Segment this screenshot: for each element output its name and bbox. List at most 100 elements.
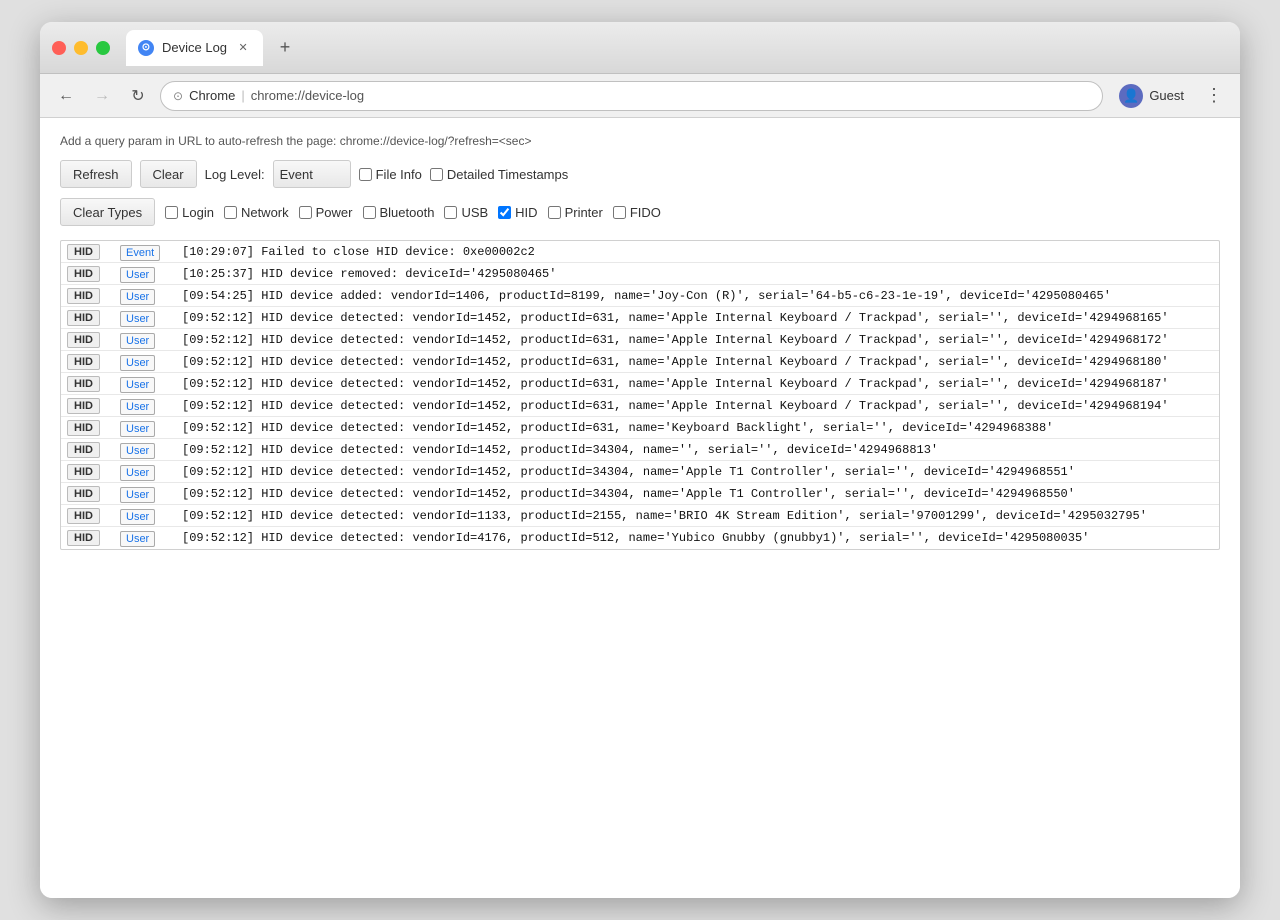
- log-tag: HID: [67, 530, 100, 546]
- login-filter-checkbox[interactable]: [165, 206, 178, 219]
- reload-button[interactable]: ↻: [124, 82, 152, 110]
- profile-button[interactable]: 👤 Guest: [1111, 80, 1192, 112]
- forward-button[interactable]: →: [88, 82, 116, 110]
- fido-filter-checkbox[interactable]: [613, 206, 626, 219]
- log-tag: HID: [67, 288, 100, 304]
- source-link[interactable]: User: [120, 333, 155, 349]
- source-cell: User: [116, 529, 176, 547]
- tag-cell: HID: [61, 352, 116, 372]
- log-message: [10:25:37] HID device removed: deviceId=…: [176, 265, 1219, 283]
- source-link[interactable]: User: [120, 377, 155, 393]
- login-filter-label-text: Login: [182, 205, 214, 220]
- hid-filter-checkbox[interactable]: [498, 206, 511, 219]
- address-divider: |: [241, 88, 244, 103]
- table-row: HIDUser[09:52:12] HID device detected: v…: [61, 329, 1219, 351]
- tag-cell: HID: [61, 308, 116, 328]
- printer-filter-checkbox[interactable]: [548, 206, 561, 219]
- hid-filter-label[interactable]: HID: [498, 205, 537, 220]
- power-filter-label-text: Power: [316, 205, 353, 220]
- close-button[interactable]: [52, 41, 66, 55]
- tab-title: Device Log: [162, 40, 227, 55]
- file-info-checkbox[interactable]: [359, 168, 372, 181]
- source-cell: User: [116, 309, 176, 327]
- source-link[interactable]: User: [120, 421, 155, 437]
- source-link[interactable]: User: [120, 355, 155, 371]
- nav-bar: ← → ↻ ⊙ Chrome | chrome://device-log 👤 G…: [40, 74, 1240, 118]
- table-row: HIDEvent[10:29:07] Failed to close HID d…: [61, 241, 1219, 263]
- source-link[interactable]: User: [120, 399, 155, 415]
- detailed-timestamps-checkbox-label[interactable]: Detailed Timestamps: [430, 167, 568, 182]
- table-row: HIDUser[09:52:12] HID device detected: v…: [61, 505, 1219, 527]
- refresh-button[interactable]: Refresh: [60, 160, 132, 188]
- back-button[interactable]: ←: [52, 82, 80, 110]
- source-cell: User: [116, 507, 176, 525]
- source-link[interactable]: User: [120, 465, 155, 481]
- login-filter-label[interactable]: Login: [165, 205, 214, 220]
- traffic-lights: [52, 41, 110, 55]
- source-cell: User: [116, 441, 176, 459]
- address-url: chrome://device-log: [251, 88, 364, 103]
- network-filter-checkbox[interactable]: [224, 206, 237, 219]
- table-row: HIDUser [09:52:12] HID device detected: v…: [61, 351, 1219, 373]
- source-cell: User: [116, 463, 176, 481]
- log-message: [09:52:12] HID device detected: vendorId…: [176, 485, 1219, 503]
- source-link[interactable]: User: [120, 267, 155, 283]
- usb-filter-checkbox[interactable]: [444, 206, 457, 219]
- bluetooth-filter-checkbox[interactable]: [363, 206, 376, 219]
- log-message: [09:52:12] HID device detected: vendorId…: [176, 353, 1219, 371]
- clear-button[interactable]: Clear: [140, 160, 197, 188]
- profile-label: Guest: [1149, 88, 1184, 103]
- source-link[interactable]: User: [120, 311, 155, 327]
- power-filter-label[interactable]: Power: [299, 205, 353, 220]
- source-cell: User: [116, 375, 176, 393]
- fido-filter-label-text: FIDO: [630, 205, 661, 220]
- source-link[interactable]: User: [120, 487, 155, 503]
- usb-filter-label[interactable]: USB: [444, 205, 488, 220]
- source-cell: User: [116, 265, 176, 283]
- browser-window: ⊙ Device Log ✕ + ← → ↻ ⊙ Chrome | chrome…: [40, 22, 1240, 898]
- printer-filter-label-text: Printer: [565, 205, 603, 220]
- clear-types-button[interactable]: Clear Types: [60, 198, 155, 226]
- detailed-timestamps-checkbox[interactable]: [430, 168, 443, 181]
- log-message: [09:52:12] HID device detected: vendorId…: [176, 309, 1219, 327]
- address-scheme-icon: ⊙: [173, 89, 183, 103]
- log-tag: HID: [67, 442, 100, 458]
- clear-types-bar: Clear Types Login Network Power Bluetoot…: [60, 198, 1220, 226]
- table-row: HIDUser[09:52:12] HID device detected: v…: [61, 395, 1219, 417]
- tag-cell: HID: [61, 418, 116, 438]
- printer-filter-label[interactable]: Printer: [548, 205, 603, 220]
- source-cell: User: [116, 485, 176, 503]
- table-row: HID User [09:52:12] HID device detected: v…: [61, 439, 1219, 461]
- file-info-checkbox-label[interactable]: File Info: [359, 167, 422, 182]
- source-link[interactable]: User: [120, 509, 155, 525]
- log-message: [09:52:12] HID device detected: vendorId…: [176, 441, 1219, 459]
- new-tab-button[interactable]: +: [271, 34, 299, 62]
- tag-cell: HID: [61, 528, 116, 548]
- title-bar: ⊙ Device Log ✕ +: [40, 22, 1240, 74]
- menu-button[interactable]: ⋮: [1200, 82, 1228, 110]
- maximize-button[interactable]: [96, 41, 110, 55]
- detailed-timestamps-label: Detailed Timestamps: [447, 167, 568, 182]
- table-row: HIDUser[09:52:12] HID device detected: v…: [61, 417, 1219, 439]
- log-table: HID Event [10:29:07] Failed to close HID d…: [60, 240, 1220, 550]
- source-link[interactable]: User: [120, 443, 155, 459]
- log-message: [09:52:12] HID device detected: vendorId…: [176, 529, 1219, 547]
- power-filter-checkbox[interactable]: [299, 206, 312, 219]
- hid-filter-label-text: HID: [515, 205, 537, 220]
- address-bar[interactable]: ⊙ Chrome | chrome://device-log: [160, 81, 1103, 111]
- source-link[interactable]: User: [120, 531, 155, 547]
- source-link[interactable]: User: [120, 289, 155, 305]
- minimize-button[interactable]: [74, 41, 88, 55]
- source-link[interactable]: Event: [120, 245, 160, 261]
- browser-tab[interactable]: ⊙ Device Log ✕: [126, 30, 263, 66]
- network-filter-label[interactable]: Network: [224, 205, 289, 220]
- tab-close-button[interactable]: ✕: [235, 40, 251, 56]
- log-level-label: Log Level:: [205, 167, 265, 182]
- log-message: [09:52:12] HID device detected: vendorId…: [176, 397, 1219, 415]
- log-level-select[interactable]: Verbose Info Event Warning Error: [273, 160, 351, 188]
- source-cell: User: [116, 397, 176, 415]
- log-message: [10:29:07] Failed to close HID device: 0…: [176, 243, 1219, 261]
- bluetooth-filter-label[interactable]: Bluetooth: [363, 205, 435, 220]
- fido-filter-label[interactable]: FIDO: [613, 205, 661, 220]
- log-tag: HID: [67, 310, 100, 326]
